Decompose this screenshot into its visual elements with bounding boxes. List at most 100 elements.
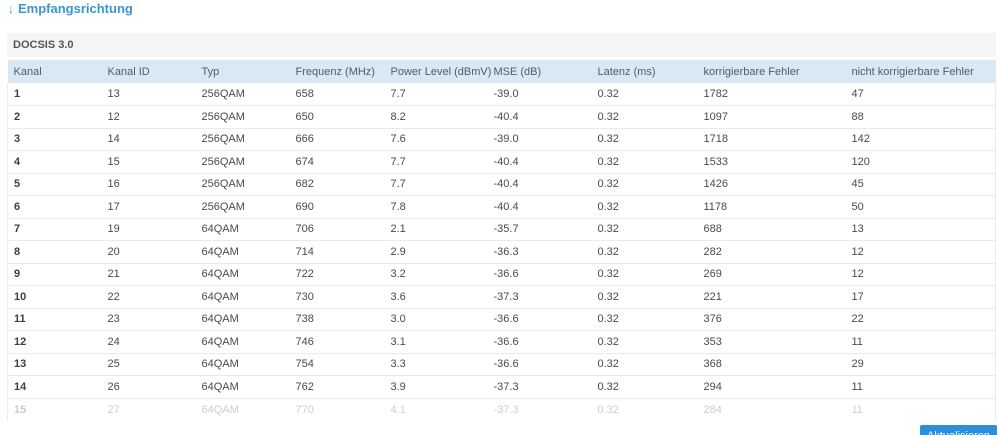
column-header: Power Level (dBmV) (390, 60, 494, 83)
cell-korrigierbare-fehler: 376 (703, 308, 852, 331)
cell-frequenz: 690 (295, 195, 391, 219)
cell-mse: -35.7 (493, 218, 598, 241)
cell-nicht-korrigierbare-fehler: 120 (851, 150, 996, 174)
cell-nicht-korrigierbare-fehler: 11 (851, 375, 996, 399)
cell-typ: 64QAM (201, 263, 296, 286)
section-title-label: Empfangsrichtung (18, 1, 133, 16)
table-row: 5 16 256QAM 682 7.7 -40.4 0.32 1426 45 (7, 173, 996, 196)
cell-power-level: 2.1 (390, 218, 494, 241)
cell-frequenz: 722 (295, 263, 391, 286)
cell-frequenz: 714 (295, 240, 391, 264)
cell-mse: -36.6 (493, 353, 598, 376)
cell-power-level: 4.1 (390, 403, 406, 416)
cell-kanal: 8 (7, 240, 108, 264)
cell-kanal: 5 (7, 173, 108, 196)
cell-power-level: 7.7 (390, 150, 494, 174)
panel-subtitle: DOCSIS 3.0 (7, 33, 996, 57)
cell-nicht-korrigierbare-fehler: 13 (851, 218, 996, 241)
cell-power-level: 3.2 (390, 263, 494, 286)
cell-typ: 64QAM (201, 375, 296, 399)
cell-typ: 64QAM (201, 308, 296, 331)
table-row: 8 20 64QAM 714 2.9 -36.3 0.32 282 12 (7, 240, 996, 264)
cell-korrigierbare-fehler: 1426 (703, 173, 852, 196)
cell-nicht-korrigierbare-fehler: 45 (851, 173, 996, 196)
cell-korrigierbare-fehler: 1097 (703, 105, 852, 129)
cell-frequenz: 762 (295, 375, 391, 399)
cell-power-level: 7.6 (390, 128, 494, 151)
cell-frequenz: 682 (295, 173, 391, 196)
cell-kanal-id: 20 (107, 240, 202, 264)
cell-kanal-id: 23 (107, 308, 202, 331)
cell-frequenz: 706 (295, 218, 391, 241)
cell-mse: -40.4 (493, 150, 598, 174)
cell-latenz: 0.32 (597, 330, 704, 354)
cell-latenz: 0.32 (597, 403, 619, 416)
column-header: Latenz (ms) (597, 60, 704, 83)
section-toggle-empfangsrichtung[interactable]: ↓ Empfangsrichtung (8, 1, 133, 16)
table-row: 15 27 64QAM 770 4.1 -37.3 0.32 284 11 (7, 398, 996, 421)
docsis-panel: DOCSIS 3.0 Kanal Kanal ID Typ Frequenz (MHz… (7, 33, 996, 421)
cell-nicht-korrigierbare-fehler: 50 (851, 195, 996, 219)
cell-korrigierbare-fehler: 1718 (703, 128, 852, 151)
cell-typ: 256QAM (201, 150, 296, 174)
table-row: 12 24 64QAM 746 3.1 -36.6 0.32 353 11 (7, 330, 996, 354)
cell-kanal-id: 26 (107, 375, 202, 399)
cell-frequenz: 754 (295, 353, 391, 376)
cell-kanal: 10 (7, 285, 108, 309)
cell-latenz: 0.32 (597, 240, 704, 264)
cell-latenz: 0.32 (597, 83, 704, 106)
cell-frequenz: 738 (295, 308, 391, 331)
cell-nicht-korrigierbare-fehler: 11 (851, 398, 996, 421)
cell-kanal-id: 12 (107, 105, 202, 129)
cell-kanal-id: 16 (107, 173, 202, 196)
cell-mse: -36.6 (493, 263, 598, 286)
cell-nicht-korrigierbare-fehler: 12 (851, 240, 996, 264)
cell-power-level: 3.3 (390, 353, 494, 376)
channel-table-body: 1 13 256QAM 658 7.7 -39.0 0.32 1782 47 2… (7, 83, 996, 421)
cell-latenz: 0.32 (597, 218, 704, 241)
cell-mse: -39.0 (493, 83, 598, 106)
cell-latenz: 0.32 (597, 375, 704, 399)
cell-latenz: 0.32 (597, 128, 704, 151)
cell-latenz: 0.32 (597, 285, 704, 309)
refresh-button[interactable]: Aktualisieren (920, 425, 997, 435)
cell-frequenz: 658 (295, 83, 391, 106)
cell-kanal-id: 15 (107, 150, 202, 174)
cell-power-level: 2.9 (390, 240, 494, 264)
cell-mse: -40.4 (493, 173, 598, 196)
cell-power-level: 7.7 (390, 83, 494, 106)
cell-korrigierbare-fehler: 353 (703, 330, 852, 354)
cell-latenz: 0.32 (597, 150, 704, 174)
cell-nicht-korrigierbare-fehler: 12 (851, 263, 996, 286)
column-header: MSE (dB) (493, 60, 598, 83)
cell-frequenz: 674 (295, 150, 391, 174)
table-row: 7 19 64QAM 706 2.1 -35.7 0.32 688 13 (7, 218, 996, 241)
cell-nicht-korrigierbare-fehler: 88 (851, 105, 996, 129)
cell-korrigierbare-fehler: 269 (703, 263, 852, 286)
cell-mse: -40.4 (493, 195, 598, 219)
cell-korrigierbare-fehler: 284 (703, 403, 722, 416)
cell-kanal: 4 (7, 150, 108, 174)
down-arrow-icon: ↓ (8, 2, 14, 16)
cell-kanal-id: 17 (107, 195, 202, 219)
table-header-row: Kanal Kanal ID Typ Frequenz (MHz) Power Leve… (7, 60, 996, 83)
cell-nicht-korrigierbare-fehler: 22 (851, 308, 996, 331)
cell-typ: 256QAM (201, 173, 296, 196)
table-row: 6 17 256QAM 690 7.8 -40.4 0.32 1178 50 (7, 195, 996, 219)
column-header: korrigierbare Fehler (703, 60, 852, 83)
table-row: 4 15 256QAM 674 7.7 -40.4 0.32 1533 120 (7, 150, 996, 174)
cell-nicht-korrigierbare-fehler: 17 (851, 285, 996, 309)
cell-kanal-id: 22 (107, 285, 202, 309)
table-row: 10 22 64QAM 730 3.6 -37.3 0.32 221 17 (7, 285, 996, 309)
cell-kanal-id: 21 (107, 263, 202, 286)
column-header: Frequenz (MHz) (295, 60, 391, 83)
cell-kanal-id: 25 (107, 353, 202, 376)
cell-kanal: 14 (7, 375, 108, 399)
cell-latenz: 0.32 (597, 263, 704, 286)
cell-nicht-korrigierbare-fehler: 142 (851, 128, 996, 151)
cell-korrigierbare-fehler: 368 (703, 353, 852, 376)
cell-mse: -39.0 (493, 128, 598, 151)
cell-kanal: 11 (7, 308, 108, 331)
cell-nicht-korrigierbare-fehler: 47 (851, 83, 996, 106)
column-header: Typ (201, 60, 296, 83)
